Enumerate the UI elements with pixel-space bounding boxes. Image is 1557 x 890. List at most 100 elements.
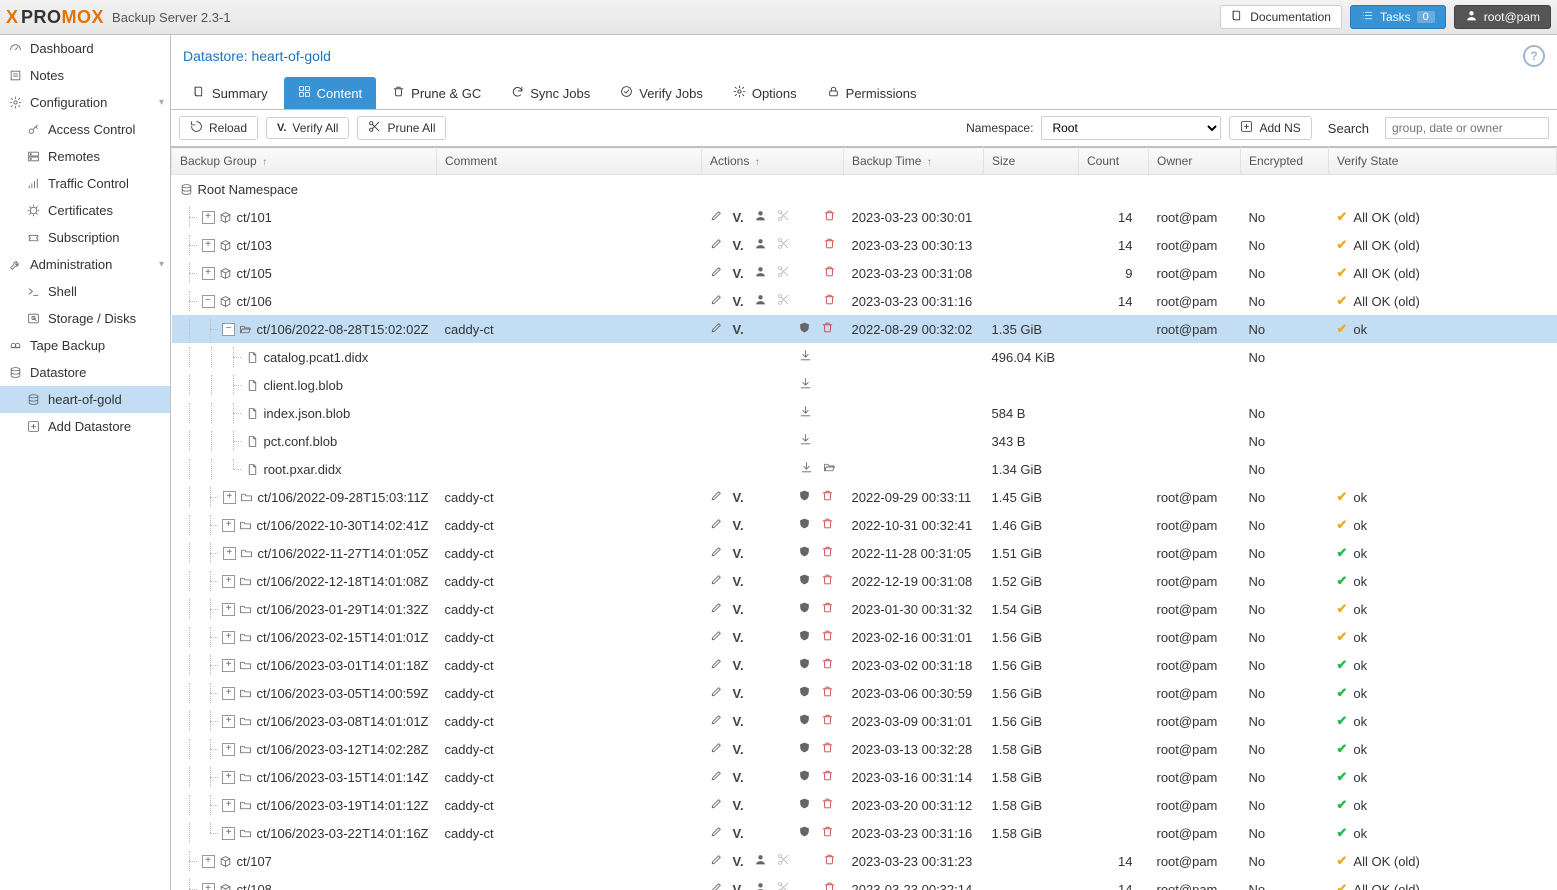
edit-comment-icon[interactable] xyxy=(710,797,723,813)
verify-action[interactable]: V. xyxy=(733,238,744,253)
sidebar-item[interactable]: Subscription xyxy=(0,224,170,251)
edit-comment-icon[interactable] xyxy=(710,769,723,785)
verify-action[interactable]: V. xyxy=(733,714,744,729)
tree-toggle[interactable]: + xyxy=(222,603,235,616)
table-row[interactable]: +ct/106/2023-03-05T14:00:59Z caddy-ct V.… xyxy=(172,679,1557,707)
download-icon[interactable] xyxy=(799,349,812,365)
verify-action[interactable]: V. xyxy=(733,210,744,225)
delete-icon[interactable] xyxy=(823,853,836,869)
edit-comment-icon[interactable] xyxy=(710,741,723,757)
edit-comment-icon[interactable] xyxy=(710,209,723,225)
prune-icon[interactable] xyxy=(777,853,790,869)
change-owner-icon[interactable] xyxy=(754,853,767,869)
protect-icon[interactable] xyxy=(798,601,811,617)
sidebar-item[interactable]: Shell xyxy=(0,278,170,305)
download-icon[interactable] xyxy=(799,433,812,449)
sidebar-item[interactable]: Configuration▾ xyxy=(0,89,170,116)
protect-icon[interactable] xyxy=(798,545,811,561)
verify-action[interactable]: V. xyxy=(733,518,744,533)
sidebar-item[interactable]: Datastore xyxy=(0,359,170,386)
tree-toggle[interactable]: + xyxy=(202,267,215,280)
table-row[interactable]: +ct/106/2023-01-29T14:01:32Z caddy-ct V.… xyxy=(172,595,1557,623)
tree-toggle[interactable]: + xyxy=(222,799,235,812)
protect-icon[interactable] xyxy=(798,769,811,785)
verify-action[interactable]: V. xyxy=(733,686,744,701)
table-row[interactable]: +ct/107 V. 2023-03-23 00:31:23 14 root@p… xyxy=(172,847,1557,875)
edit-comment-icon[interactable] xyxy=(710,545,723,561)
tree-toggle[interactable]: + xyxy=(222,659,235,672)
edit-comment-icon[interactable] xyxy=(710,853,723,869)
tab-permissions[interactable]: Permissions xyxy=(813,77,931,109)
col-count[interactable]: Count xyxy=(1079,148,1149,175)
delete-icon[interactable] xyxy=(821,517,834,533)
tree-toggle[interactable]: + xyxy=(202,855,215,868)
tree-toggle[interactable]: + xyxy=(222,715,235,728)
verify-action[interactable]: V. xyxy=(733,826,744,841)
tree-toggle[interactable]: − xyxy=(222,323,235,336)
change-owner-icon[interactable] xyxy=(754,293,767,309)
sidebar-item[interactable]: Storage / Disks xyxy=(0,305,170,332)
col-encrypted[interactable]: Encrypted xyxy=(1241,148,1329,175)
tasks-button[interactable]: Tasks 0 xyxy=(1350,5,1446,29)
verify-action[interactable]: V. xyxy=(733,294,744,309)
protect-icon[interactable] xyxy=(798,741,811,757)
tree-toggle[interactable]: + xyxy=(222,771,235,784)
table-row[interactable]: +ct/106/2022-10-30T14:02:41Z caddy-ct V.… xyxy=(172,511,1557,539)
verify-action[interactable]: V. xyxy=(733,770,744,785)
col-backup-time[interactable]: Backup Time ↑ xyxy=(844,148,984,175)
delete-icon[interactable] xyxy=(823,237,836,253)
sidebar-item[interactable]: Dashboard xyxy=(0,35,170,62)
sidebar-item[interactable]: Access Control xyxy=(0,116,170,143)
search-input[interactable] xyxy=(1385,117,1549,139)
tree-toggle[interactable]: + xyxy=(222,827,235,840)
col-backup-group[interactable]: Backup Group ↑ xyxy=(172,148,437,175)
delete-icon[interactable] xyxy=(821,573,834,589)
tab-summary[interactable]: Summary xyxy=(179,77,282,109)
change-owner-icon[interactable] xyxy=(754,237,767,253)
verify-action[interactable]: V. xyxy=(733,658,744,673)
protect-icon[interactable] xyxy=(798,797,811,813)
delete-icon[interactable] xyxy=(821,769,834,785)
verify-action[interactable]: V. xyxy=(733,546,744,561)
edit-comment-icon[interactable] xyxy=(710,601,723,617)
delete-icon[interactable] xyxy=(821,797,834,813)
table-row[interactable]: +ct/106/2023-03-15T14:01:14Z caddy-ct V.… xyxy=(172,763,1557,791)
prune-icon[interactable] xyxy=(777,237,790,253)
col-size[interactable]: Size xyxy=(984,148,1079,175)
download-icon[interactable] xyxy=(799,405,812,421)
table-row[interactable]: −ct/106 V. 2023-03-23 00:31:16 14 root@p… xyxy=(172,287,1557,315)
sidebar-item[interactable]: Tape Backup xyxy=(0,332,170,359)
protect-icon[interactable] xyxy=(798,573,811,589)
sidebar-item[interactable]: Remotes xyxy=(0,143,170,170)
edit-comment-icon[interactable] xyxy=(710,573,723,589)
delete-icon[interactable] xyxy=(823,293,836,309)
tree-toggle[interactable]: + xyxy=(222,687,235,700)
edit-comment-icon[interactable] xyxy=(710,713,723,729)
prune-all-button[interactable]: Prune All xyxy=(357,116,446,140)
user-menu-button[interactable]: root@pam xyxy=(1454,5,1551,29)
protect-icon[interactable] xyxy=(798,657,811,673)
edit-comment-icon[interactable] xyxy=(710,237,723,253)
tree-toggle[interactable]: − xyxy=(202,295,215,308)
edit-comment-icon[interactable] xyxy=(710,293,723,309)
table-row[interactable]: +ct/101 V. 2023-03-23 00:30:01 14 root@p… xyxy=(172,203,1557,231)
table-row[interactable]: +ct/106/2023-03-01T14:01:18Z caddy-ct V.… xyxy=(172,651,1557,679)
table-row[interactable]: +ct/108 V. 2023-03-23 00:32:14 14 root@p… xyxy=(172,875,1557,890)
namespace-select[interactable]: Root xyxy=(1041,116,1221,140)
verify-action[interactable]: V. xyxy=(733,490,744,505)
table-row[interactable]: +ct/106/2022-09-28T15:03:11Z caddy-ct V.… xyxy=(172,483,1557,511)
protect-icon[interactable] xyxy=(798,685,811,701)
protect-icon[interactable] xyxy=(798,713,811,729)
edit-comment-icon[interactable] xyxy=(710,685,723,701)
table-row[interactable]: +ct/106/2023-03-22T14:01:16Z caddy-ct V.… xyxy=(172,819,1557,847)
col-comment[interactable]: Comment xyxy=(437,148,702,175)
delete-icon[interactable] xyxy=(821,685,834,701)
delete-icon[interactable] xyxy=(821,713,834,729)
table-row[interactable]: +ct/103 V. 2023-03-23 00:30:13 14 root@p… xyxy=(172,231,1557,259)
edit-comment-icon[interactable] xyxy=(710,825,723,841)
protect-icon[interactable] xyxy=(798,517,811,533)
tab-verify-jobs[interactable]: Verify Jobs xyxy=(606,77,717,109)
col-actions[interactable]: Actions ↑ xyxy=(702,148,844,175)
table-row[interactable]: catalog.pcat1.didx 496.04 KiB No xyxy=(172,343,1557,371)
tree-toggle[interactable]: + xyxy=(202,211,215,224)
